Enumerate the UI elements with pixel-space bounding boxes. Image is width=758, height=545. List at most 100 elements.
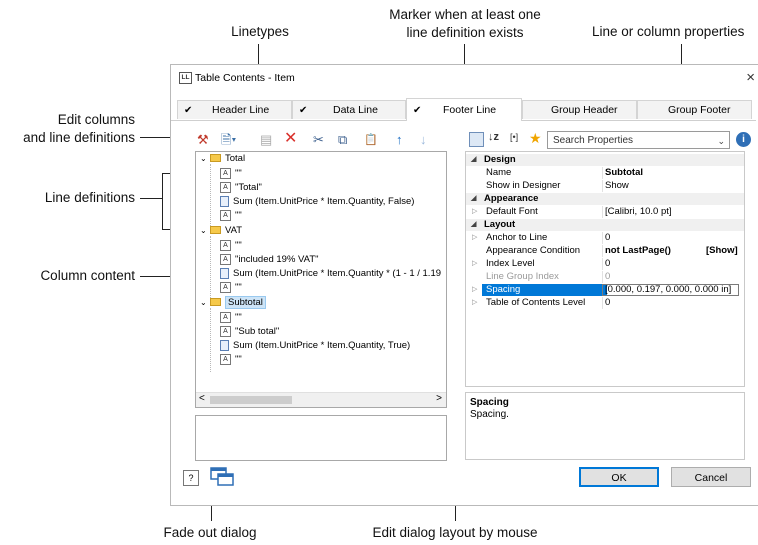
- tree-item[interactable]: A "": [220, 240, 242, 252]
- tab-group-header[interactable]: Group Header: [522, 100, 637, 119]
- item-label: Sum (Item.UnitPrice * Item.Quantity, Tru…: [233, 340, 411, 352]
- category-design[interactable]: ◢ Design: [466, 154, 744, 166]
- expand-icon[interactable]: ▷: [472, 206, 477, 218]
- tab-footer-line[interactable]: ✔ Footer Line: [406, 98, 522, 121]
- tree-node-total[interactable]: Total: [210, 153, 245, 165]
- tab-data-line[interactable]: ✔ Data Line: [292, 100, 406, 119]
- move-up-icon[interactable]: ↑: [396, 133, 403, 147]
- text-field-icon: A: [220, 282, 231, 293]
- info-icon[interactable]: i: [736, 132, 751, 147]
- line-definition-tree[interactable]: ⌄ Total A "" A "Total" Sum (Item.UnitPrice…: [195, 151, 447, 408]
- property-row-show[interactable]: Show in Designer Show: [466, 180, 744, 192]
- new-item-icon[interactable]: 🗎▾: [221, 133, 236, 147]
- horizontal-scrollbar[interactable]: < >: [196, 392, 446, 407]
- expand-icon[interactable]: ▷: [472, 297, 477, 309]
- chevron-down-icon[interactable]: ⌄: [717, 132, 725, 150]
- tree-item[interactable]: Sum (Item.UnitPrice * Item.Quantity, Tru…: [220, 340, 410, 352]
- collapse-icon[interactable]: ◢: [471, 219, 476, 231]
- tree-node-subtotal[interactable]: Subtotal: [210, 296, 266, 309]
- tree-connector: [210, 164, 211, 228]
- tab-check-icon: ✔: [299, 105, 308, 116]
- collapse-icon[interactable]: ◢: [471, 193, 476, 205]
- formula-icon[interactable]: [•]: [510, 132, 518, 142]
- property-row-toc[interactable]: ▷ Table of Contents Level 0: [466, 297, 744, 309]
- property-row-name[interactable]: Name Subtotal: [466, 167, 744, 179]
- item-label: Sum (Item.UnitPrice * Item.Quantity * (1…: [233, 268, 442, 280]
- collapse-icon[interactable]: ⌄: [200, 154, 207, 163]
- annotation-edit-columns-1: Edit columns: [57, 112, 135, 127]
- scroll-left-icon[interactable]: <: [199, 393, 205, 404]
- folder-icon: [210, 298, 221, 307]
- categorized-icon[interactable]: [469, 132, 484, 147]
- tree-item[interactable]: A "Total": [220, 182, 262, 194]
- cut-icon[interactable]: ✂: [313, 133, 324, 147]
- property-grid[interactable]: ◢ Design Name Subtotal Show in Designer Sho…: [465, 151, 745, 387]
- tab-label: Header Line: [212, 104, 270, 116]
- cancel-button[interactable]: Cancel: [671, 467, 751, 487]
- expand-icon[interactable]: ▷: [472, 284, 477, 296]
- tree-item[interactable]: A "": [220, 210, 242, 222]
- tree-item[interactable]: A "": [220, 282, 242, 294]
- property-row-spacing[interactable]: ▷ Spacing [0.000, 0.197, 0.000, 0.000 in]: [466, 284, 744, 296]
- column-divider: [602, 232, 603, 244]
- tab-label: Group Footer: [668, 104, 731, 116]
- tab-group-footer[interactable]: Group Footer: [637, 100, 752, 119]
- column-divider: [602, 180, 603, 192]
- description-text: Spacing.: [470, 409, 509, 420]
- move-down-icon[interactable]: ↓: [420, 133, 427, 147]
- folder-icon: [210, 154, 221, 163]
- tree-item[interactable]: A "included 19% VAT": [220, 254, 319, 266]
- tree-item[interactable]: A "": [220, 354, 242, 366]
- text-field-icon: A: [220, 182, 231, 193]
- property-row-index[interactable]: ▷ Index Level 0: [466, 258, 744, 270]
- property-row-font[interactable]: ▷ Default Font [Calibri, 10.0 pt]: [466, 206, 744, 218]
- tree-item[interactable]: Sum (Item.UnitPrice * Item.Quantity * (1…: [220, 268, 441, 280]
- scroll-thumb[interactable]: [210, 396, 292, 404]
- title-bar[interactable]: LL Table Contents - Item ×: [171, 65, 758, 90]
- line-type-tabs: ✔ Header Line ✔ Data Line ✔ Footer Line …: [171, 98, 756, 121]
- tree-item[interactable]: A "": [220, 168, 242, 180]
- tree-connector: [210, 236, 211, 300]
- tree-item[interactable]: A "": [220, 312, 242, 324]
- paste-icon[interactable]: 📋: [364, 133, 378, 147]
- text-field-icon: A: [220, 210, 231, 221]
- delete-icon[interactable]: ✕: [284, 131, 297, 147]
- magic-wand-icon[interactable]: ⚒: [197, 133, 209, 147]
- text-field-icon: A: [220, 254, 231, 265]
- property-row-line-group-index[interactable]: Line Group Index 0: [466, 271, 744, 283]
- leader-line-definitions: [140, 198, 162, 199]
- fade-out-dialog-icon[interactable]: [209, 466, 235, 488]
- item-label: "": [235, 354, 242, 366]
- tree-item[interactable]: A "Sub total": [220, 326, 279, 338]
- folder-icon: [210, 226, 221, 235]
- copy-icon[interactable]: ⧉: [338, 133, 347, 147]
- annotation-linetypes: Linetypes: [231, 24, 289, 39]
- description-title: Spacing: [470, 397, 509, 408]
- scroll-right-icon[interactable]: >: [436, 393, 442, 404]
- tree-connector: [210, 308, 211, 372]
- property-row-condition[interactable]: Appearance Condition not LastPage() [Show]: [466, 245, 744, 257]
- collapse-icon[interactable]: ⌄: [200, 226, 207, 235]
- ok-button[interactable]: OK: [579, 467, 659, 487]
- expand-icon[interactable]: ▷: [472, 232, 477, 244]
- collapse-icon[interactable]: ◢: [471, 154, 476, 166]
- help-button[interactable]: ?: [183, 470, 199, 486]
- tree-node-vat[interactable]: VAT: [210, 225, 242, 237]
- collapse-icon[interactable]: ⌄: [200, 298, 207, 307]
- property-row-anchor[interactable]: ▷ Anchor to Line 0: [466, 232, 744, 244]
- category-layout[interactable]: ◢ Layout: [466, 219, 744, 231]
- search-input[interactable]: Search Properties ⌄: [547, 131, 730, 149]
- sort-az-icon[interactable]: ↓z: [488, 131, 499, 143]
- tab-header-line[interactable]: ✔ Header Line: [177, 100, 292, 119]
- column-divider: [602, 206, 603, 218]
- properties-icon[interactable]: ▤: [260, 133, 272, 147]
- tree-item[interactable]: Sum (Item.UnitPrice * Item.Quantity, Fal…: [220, 196, 414, 208]
- favorites-icon[interactable]: ★: [529, 130, 542, 147]
- close-icon[interactable]: ×: [746, 69, 755, 86]
- item-label: "": [235, 168, 242, 180]
- category-appearance[interactable]: ◢ Appearance: [466, 193, 744, 205]
- expand-icon[interactable]: ▷: [472, 258, 477, 270]
- annotation-edit-columns-2: and line definitions: [23, 130, 135, 145]
- formula-icon: [220, 340, 229, 351]
- text-field-icon: A: [220, 326, 231, 337]
